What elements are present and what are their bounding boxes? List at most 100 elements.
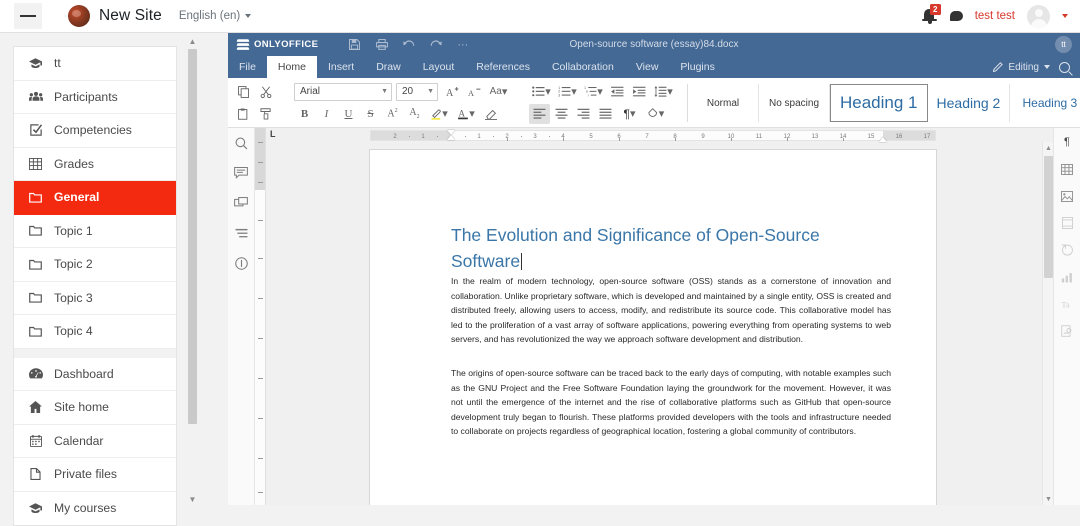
search-icon[interactable] — [1059, 62, 1070, 73]
sidebar-item-my-courses[interactable]: My courses — [14, 492, 176, 526]
strikethrough-button[interactable]: S — [360, 104, 381, 124]
document-canvas[interactable]: 2 1 1 2 3 4 5 6 7 8 9 10 11 12 13 14 15 — [266, 128, 1053, 505]
headings-icon[interactable] — [231, 224, 251, 242]
font-color-button[interactable]: A ▾ — [453, 104, 479, 124]
numbering-icon[interactable]: 123 ▾ — [555, 82, 580, 102]
undo-icon[interactable] — [396, 34, 421, 55]
decrease-indent-icon[interactable] — [607, 82, 628, 102]
first-line-indent-marker[interactable] — [447, 130, 456, 144]
italic-button[interactable]: I — [316, 104, 337, 124]
sidebar-item-participants[interactable]: Participants — [14, 81, 176, 115]
vertical-ruler[interactable] — [255, 128, 266, 505]
superscript-button[interactable]: A2 — [382, 104, 403, 124]
tab-stop-marker[interactable] — [731, 138, 732, 141]
underline-button[interactable]: U — [338, 104, 359, 124]
tab-stop-type-button[interactable]: L — [270, 129, 276, 139]
tab-view[interactable]: View — [625, 56, 670, 78]
user-name-label[interactable]: test test — [975, 10, 1015, 22]
cut-icon[interactable] — [255, 82, 276, 102]
language-selector[interactable]: English (en) — [179, 10, 251, 22]
tab-stop-marker[interactable] — [507, 138, 508, 141]
image-settings-icon[interactable] — [1057, 187, 1077, 205]
signature-settings-icon[interactable] — [1057, 322, 1077, 340]
font-size-combo[interactable]: 20 ▼ — [396, 83, 438, 101]
avatar[interactable] — [1027, 5, 1050, 28]
user-menu-chevron-icon[interactable] — [1062, 14, 1068, 18]
sidebar-item-general[interactable]: General — [14, 181, 176, 215]
clear-style-button[interactable] — [480, 104, 501, 124]
save-icon[interactable] — [342, 34, 367, 55]
header-footer-settings-icon[interactable] — [1057, 214, 1077, 232]
messages-icon[interactable] — [950, 11, 963, 21]
align-left-button[interactable] — [529, 104, 550, 124]
sidebar-item-dashboard[interactable]: Dashboard — [14, 358, 176, 392]
site-name[interactable]: New Site — [99, 7, 162, 25]
nonprinting-chars-icon[interactable]: ¶▾ — [617, 104, 642, 124]
bold-button[interactable]: B — [294, 104, 315, 124]
sidebar-item-tt[interactable]: tt — [14, 47, 176, 81]
tab-plugins[interactable]: Plugins — [669, 56, 725, 78]
editor-user-avatar[interactable]: tt — [1055, 36, 1072, 53]
sidebar-item-calendar[interactable]: Calendar — [14, 425, 176, 459]
increase-font-icon[interactable]: A — [442, 82, 463, 102]
scroll-down-arrow-icon[interactable]: ▼ — [187, 493, 198, 506]
tab-stop-marker[interactable] — [787, 138, 788, 141]
style-heading-2[interactable]: Heading 2 — [928, 84, 1011, 122]
more-icon[interactable]: ··· — [450, 34, 475, 55]
text-art-settings-icon[interactable]: Ta — [1057, 295, 1077, 313]
shape-settings-icon[interactable] — [1057, 241, 1077, 259]
document-heading[interactable]: The Evolution and Significance of Open-S… — [451, 222, 871, 274]
decrease-font-icon[interactable]: A — [464, 82, 485, 102]
align-justify-button[interactable] — [595, 104, 616, 124]
tab-collaboration[interactable]: Collaboration — [541, 56, 625, 78]
document-paragraph[interactable]: The origins of open-source software can … — [451, 366, 891, 439]
increase-indent-icon[interactable] — [629, 82, 650, 102]
comments-icon[interactable] — [231, 164, 251, 182]
copy-icon[interactable] — [233, 82, 254, 102]
shading-color-icon[interactable]: ▾ — [643, 104, 668, 124]
menu-toggle-button[interactable] — [14, 3, 42, 29]
sidebar-item-private-files[interactable]: Private files — [14, 458, 176, 492]
tab-stop-marker[interactable] — [675, 138, 676, 141]
editing-mode-selector[interactable]: Editing — [993, 62, 1050, 73]
font-name-combo[interactable]: Arial ▼ — [294, 83, 392, 101]
style-heading-1[interactable]: Heading 1 — [830, 84, 928, 122]
table-settings-icon[interactable] — [1057, 160, 1077, 178]
search-icon[interactable] — [231, 134, 251, 152]
sidebar-item-topic-4[interactable]: Topic 4 — [14, 315, 176, 349]
tab-stop-marker[interactable] — [563, 138, 564, 141]
sidebar-scrollbar-thumb[interactable] — [188, 49, 197, 424]
sidebar-item-topic-1[interactable]: Topic 1 — [14, 215, 176, 249]
format-painter-icon[interactable] — [255, 104, 276, 124]
multilevel-list-icon[interactable]: 1ai ▾ — [581, 82, 606, 102]
print-icon[interactable] — [369, 34, 394, 55]
document-page[interactable]: The Evolution and Significance of Open-S… — [370, 150, 936, 505]
tab-stop-marker[interactable] — [619, 138, 620, 141]
sidebar-item-competencies[interactable]: Competencies — [14, 114, 176, 148]
sidebar-item-site-home[interactable]: Site home — [14, 391, 176, 425]
align-right-button[interactable] — [573, 104, 594, 124]
right-indent-marker[interactable] — [879, 137, 887, 142]
subscript-button[interactable]: A2 — [404, 104, 425, 124]
document-paragraph[interactable]: In the realm of modern technology, open-… — [451, 274, 891, 347]
about-icon[interactable] — [231, 254, 251, 272]
tab-layout[interactable]: Layout — [412, 56, 466, 78]
scroll-up-arrow-icon[interactable]: ▲ — [1043, 142, 1053, 154]
tab-draw[interactable]: Draw — [365, 56, 412, 78]
scroll-down-arrow-icon[interactable]: ▼ — [1043, 493, 1053, 505]
sidebar-scrollbar[interactable]: ▲ ▼ — [187, 33, 198, 505]
notifications-button[interactable]: 2 — [922, 7, 938, 25]
style-no-spacing[interactable]: No spacing — [759, 84, 830, 122]
tab-stop-marker[interactable] — [843, 138, 844, 141]
paste-icon[interactable] — [233, 104, 254, 124]
style-normal[interactable]: Normal — [688, 84, 759, 122]
scroll-up-arrow-icon[interactable]: ▲ — [187, 35, 198, 48]
style-heading-3[interactable]: Heading 3 — [1010, 84, 1080, 122]
redo-icon[interactable] — [423, 34, 448, 55]
highlight-color-button[interactable]: ▾ — [426, 104, 452, 124]
bullets-icon[interactable]: ▾ — [529, 82, 554, 102]
sidebar-item-grades[interactable]: Grades — [14, 148, 176, 182]
line-spacing-icon[interactable]: ▾ — [651, 82, 676, 102]
document-scrollbar-thumb[interactable] — [1044, 156, 1053, 278]
align-center-button[interactable] — [551, 104, 572, 124]
